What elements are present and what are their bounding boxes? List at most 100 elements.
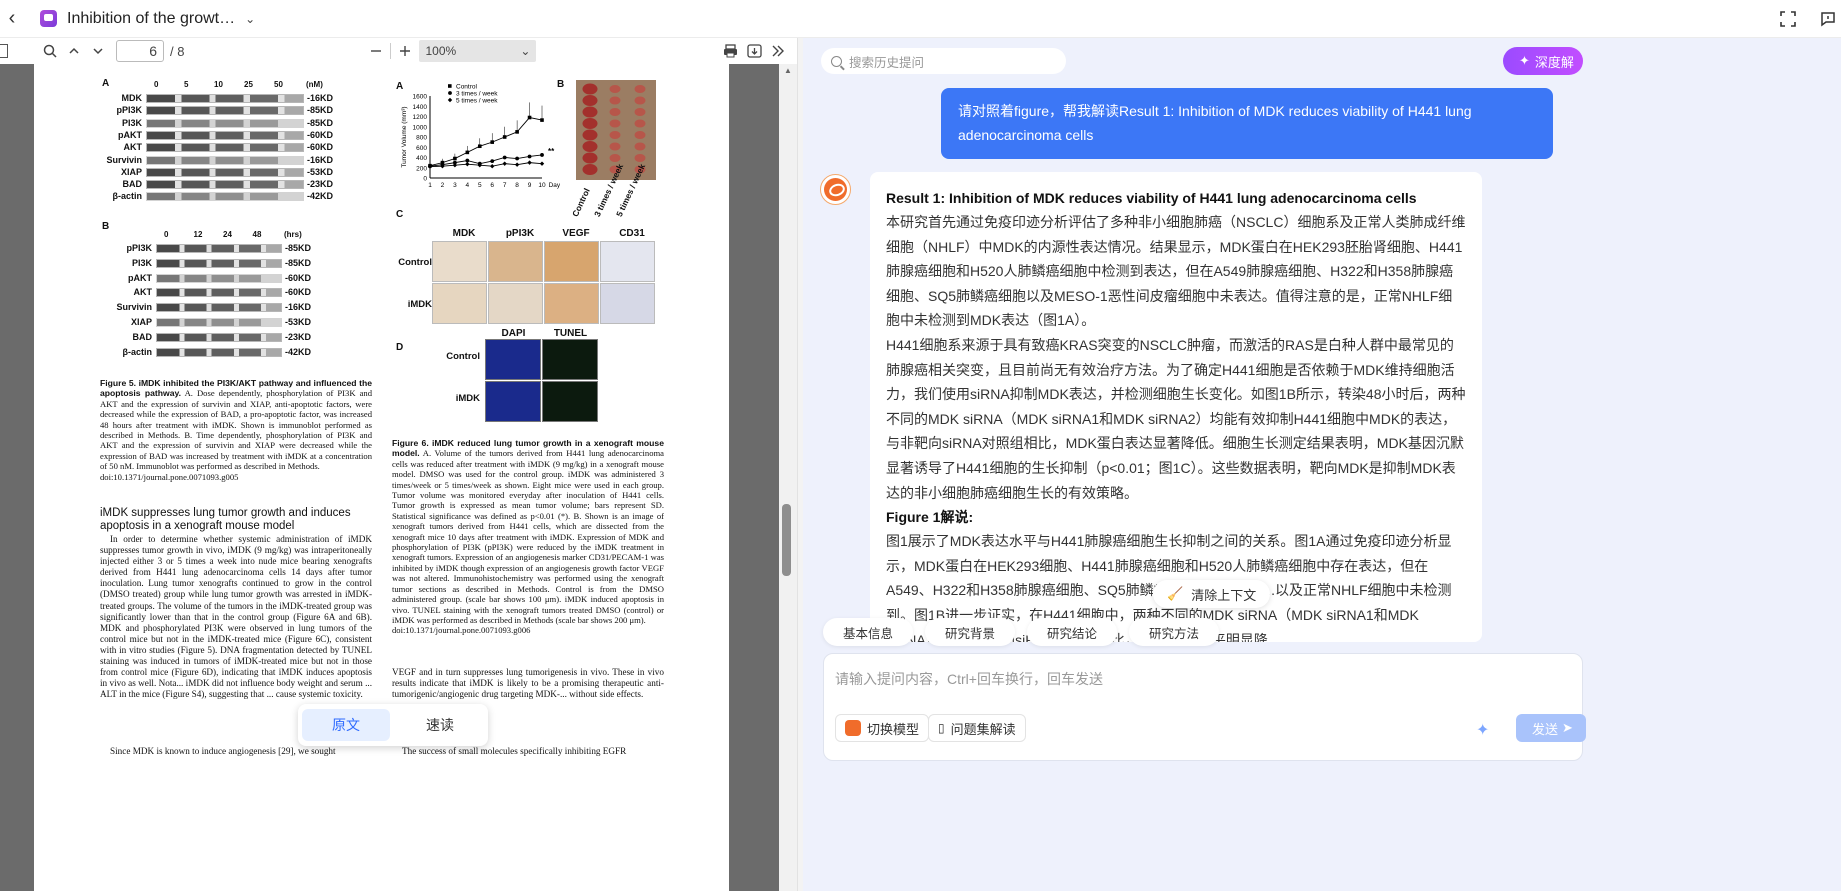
back-arrow-icon[interactable]: ‹: [0, 0, 24, 38]
fig6-following-text-2: The success of small molecules specifica…: [402, 746, 627, 756]
send-button[interactable]: 发送 ➤: [1516, 714, 1586, 742]
data-point: [490, 159, 495, 163]
zoom-select[interactable]: 100% ⌄: [419, 40, 537, 62]
tunel-tile: [542, 381, 598, 422]
blot-band: [146, 118, 304, 128]
series-line-0: [429, 117, 543, 167]
blot-row-label: pAKT: [118, 129, 142, 140]
question-set-button[interactable]: ▯ 问题集解读: [928, 714, 1026, 742]
fig6-following-text: VEGF and in turn suppresses lung tumorig…: [392, 667, 664, 700]
more-tools-icon[interactable]: [766, 39, 790, 63]
x-axis-label: Days: [549, 182, 560, 189]
y-tick-label: 800: [416, 135, 427, 142]
ihc-tile: [488, 241, 543, 282]
section-body-last: Since MDK is known to induce angiogenesi…: [110, 746, 336, 756]
deep-read-label: 深度解: [1534, 54, 1574, 70]
page-total: / 8: [170, 43, 185, 59]
switch-model-button[interactable]: 切换模型: [835, 714, 930, 742]
zoom-out-icon[interactable]: [364, 39, 388, 63]
blot-band: [146, 192, 304, 202]
comment-icon[interactable]: [1819, 10, 1837, 28]
document-icon: ▯: [938, 721, 945, 735]
deep-read-button[interactable]: ✦ 深度解: [1503, 47, 1583, 75]
x-tick-label: 2: [441, 182, 445, 189]
molecular-weight-label: -42KD: [285, 346, 312, 357]
blot-band: [146, 167, 304, 177]
blot-row-label: Survivin: [106, 154, 142, 165]
fig6-doi: doi:10.1371/journal.pone.0071093.g006: [392, 625, 531, 636]
sparkle-icon: ✦: [1519, 53, 1530, 68]
send-arrow-icon: ➤: [1562, 720, 1573, 735]
previous-page-icon[interactable]: [62, 39, 86, 63]
tunel-tile: [485, 339, 541, 380]
y-tick-label: 200: [416, 165, 427, 172]
blot-band: [146, 106, 304, 116]
blot-row-label: Survivin: [116, 302, 152, 313]
x-tick-label: 6: [490, 182, 494, 189]
speed-read-tab[interactable]: 速读: [396, 709, 484, 741]
tumor-sample: [582, 95, 598, 106]
sidebar-toggle-icon[interactable]: [0, 44, 8, 58]
ihc-column-label: CD31: [619, 228, 645, 239]
y-axis-label: Tumor Volume (mm³): [401, 106, 408, 167]
x-tick-label: 1: [428, 182, 432, 189]
chip-methods[interactable]: 研究方法: [1129, 618, 1220, 646]
pdf-scrollbar[interactable]: ▲: [779, 64, 797, 891]
blot-band: [156, 258, 282, 268]
fig6-caption-body: A. Volume of the tumors derived from H44…: [392, 448, 664, 625]
molecular-weight-label: -23KD: [285, 331, 312, 342]
clear-context-button[interactable]: 🧹 清除上下文: [1153, 580, 1271, 608]
molecular-weight-label: -60KD: [307, 129, 334, 140]
significance-marker: **: [548, 147, 555, 156]
chip-conclusion[interactable]: 研究结论: [1027, 618, 1118, 646]
download-icon[interactable]: [742, 39, 766, 63]
answer-title: Result 1: Inhibition of MDK reduces viab…: [886, 190, 1417, 206]
question-set-label: 问题集解读: [950, 721, 1016, 737]
tunel-row-label: iMDK: [455, 393, 480, 404]
next-page-icon[interactable]: [86, 39, 110, 63]
scrollbar-thumb[interactable]: [782, 504, 791, 576]
document-tab[interactable]: Inhibition of the growt… ⌄: [40, 5, 255, 33]
y-tick-label: 600: [416, 145, 427, 152]
print-icon[interactable]: [718, 39, 742, 63]
tumor-sample: [634, 154, 646, 162]
chip-basic-info[interactable]: 基本信息: [823, 618, 914, 646]
data-point: [502, 161, 507, 166]
tumor-sample: [609, 108, 621, 116]
chevron-down-icon[interactable]: ⌄: [245, 12, 255, 26]
zoom-in-icon[interactable]: [393, 39, 417, 63]
legend-label: 3 times / week: [456, 90, 498, 97]
ihc-tile: [488, 283, 543, 324]
y-tick-label: 1000: [413, 124, 428, 131]
blot-band: [156, 332, 282, 342]
assistant-logo-icon: [824, 178, 847, 201]
sparkle-icon[interactable]: ✦: [1476, 720, 1489, 740]
history-search-input[interactable]: 搜索历史提问: [821, 48, 1066, 74]
molecular-weight-label: -23KD: [307, 179, 334, 190]
y-tick-label: 400: [416, 155, 427, 162]
switch-model-label: 切换模型: [867, 721, 920, 737]
broom-icon: 🧹: [1167, 586, 1184, 601]
chat-input-box[interactable]: 请输入提问内容，Ctrl+回车换行，回车发送 切换模型 ▯ 问题集解读 ✦ 发送…: [823, 653, 1586, 761]
scroll-up-icon[interactable]: ▲: [784, 66, 792, 75]
molecular-weight-label: -16KD: [307, 154, 334, 165]
chat-input-placeholder: 请输入提问内容，Ctrl+回车换行，回车发送: [835, 671, 1103, 687]
fullscreen-icon[interactable]: [1779, 10, 1797, 28]
tumor-sample: [582, 83, 598, 95]
blot-band: [156, 288, 282, 298]
blot-row-label: XIAP: [130, 317, 152, 327]
page-number-input[interactable]: 6: [116, 40, 164, 62]
y-tick-label: 1600: [413, 94, 428, 101]
chip-background[interactable]: 研究背景: [925, 618, 1016, 646]
x-tick-label: 3: [453, 182, 457, 189]
search-icon[interactable]: [38, 39, 62, 63]
tumor-sample: [582, 118, 598, 129]
original-view-tab[interactable]: 原文: [302, 709, 390, 741]
ihc-column-label: pPI3K: [505, 228, 535, 239]
fig5-panel-b-label: B: [102, 221, 110, 232]
pdf-viewer[interactable]: A 0 5 10 25 50 (nM) MDK -16KD pPI3K -85KD PI3K -85K…: [0, 64, 797, 891]
data-point: [502, 155, 507, 160]
tumor-sample: [609, 96, 621, 105]
dose-header: 5: [184, 80, 189, 89]
fig5-doi: doi:10.1371/journal.pone.0071093.g005: [100, 471, 239, 482]
